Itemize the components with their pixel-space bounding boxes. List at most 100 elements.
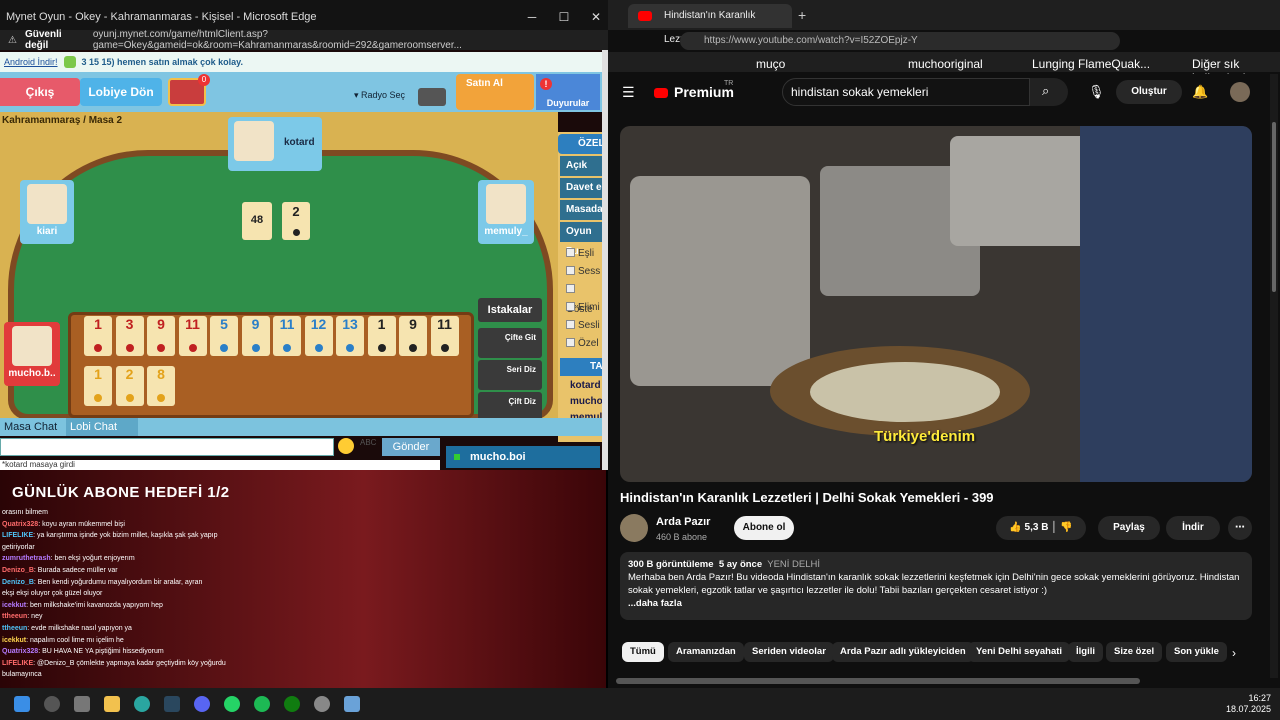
rack-tile[interactable]: 1 [84,366,112,406]
side-checkbox[interactable]: Özel [560,334,604,354]
rack-tile[interactable]: 9 [399,316,427,356]
rack-tile[interactable]: 9 [147,316,175,356]
tile-pile-count[interactable]: 48 [242,202,272,240]
lobby-button[interactable]: Lobiye Dön [80,78,162,106]
tab-lobby-chat[interactable]: Lobi Chat [66,418,138,436]
more-button[interactable]: ⋯ [1228,516,1252,540]
chevron-right-icon[interactable]: › [1232,646,1236,660]
side-player[interactable]: kotard [570,380,601,391]
chest-icon[interactable]: 0 [168,74,210,106]
app-icon[interactable] [314,696,330,712]
mic-icon[interactable]: 🎙 [1088,84,1105,100]
exit-button[interactable]: Çıkış [0,78,80,106]
spellcheck-icon[interactable]: ABC [360,438,376,447]
side-header[interactable]: ÖZEL [558,134,605,154]
rack-tile[interactable]: 1 [84,316,112,356]
rack-tile[interactable]: 1 [367,316,396,356]
player-me[interactable]: mucho.b.. [4,322,60,386]
youtube-logo-icon[interactable] [654,88,668,98]
subscribe-button[interactable]: Abone ol [734,516,794,540]
rack-tile[interactable]: 11 [178,316,207,356]
bookmark[interactable]: muço [756,57,785,71]
location-tag[interactable]: YENİ DELHİ [767,559,820,570]
search-icon[interactable] [44,696,60,712]
avatar[interactable] [1230,82,1250,102]
chip[interactable]: Arda Pazır adlı yükleyiciden [832,642,974,662]
seri-diz-button[interactable]: Seri Diz [478,360,542,390]
description-box[interactable]: 300 B görüntüleme 5 ay önce YENİ DELHİ M… [620,552,1252,620]
spotify-icon[interactable] [254,696,270,712]
player-top[interactable]: kotard [228,117,322,171]
bell-icon[interactable]: 🔔 [1192,84,1208,100]
left-address-bar[interactable]: ⚠ Güvenli değil oyunj.mynet.com/game/htm… [0,29,612,51]
rack-tile[interactable]: 2 [115,366,144,406]
side-item[interactable]: Açık [560,156,604,176]
istakalar-button[interactable]: Istakalar [478,298,542,322]
create-button[interactable]: Oluştur [1116,80,1182,104]
rack-tile[interactable]: 11 [430,316,459,356]
show-more-link[interactable]: ...daha fazla [628,598,682,609]
xbox-icon[interactable] [284,696,300,712]
share-button[interactable]: Paylaş [1098,516,1160,540]
chip[interactable]: Tümü [622,642,664,662]
channel-avatar[interactable] [620,514,648,542]
chat-input[interactable] [0,438,334,456]
edge-icon[interactable] [134,696,150,712]
like-button[interactable]: 👍 5,3 B │ 👎 [996,516,1086,540]
chip[interactable]: İlgili [1068,642,1103,662]
tab-table-chat[interactable]: Masa Chat [0,418,61,436]
radio-select[interactable]: ▾ Radyo Seç [354,90,405,101]
rack-tile[interactable]: 11 [273,316,301,356]
rack-tile[interactable]: 13 [336,316,364,356]
task-view-icon[interactable] [74,696,90,712]
file-explorer-icon[interactable] [104,696,120,712]
player-left[interactable]: kiari [20,180,74,244]
side-item[interactable]: Masada [560,200,604,220]
search-input[interactable]: hindistan sokak yemekleri [782,78,1030,106]
start-icon[interactable] [14,696,30,712]
whatsapp-icon[interactable] [224,696,240,712]
menu-icon[interactable]: ☰ [622,84,635,101]
online-user[interactable]: mucho.boi [446,446,600,468]
rack-tile[interactable]: 8 [147,366,175,406]
thumbs-down-icon[interactable]: │ 👎 [1048,522,1073,533]
rack-tile[interactable]: 5 [210,316,238,356]
bookmark[interactable]: Lunging FlameQuak... [1032,57,1150,71]
discord-icon[interactable] [194,696,210,712]
channel-name[interactable]: Arda Pazır [656,516,710,528]
android-download-link[interactable]: Android İndir! [4,57,58,67]
rack-tile[interactable]: 12 [304,316,333,356]
side-checkbox[interactable]: Eşli [560,244,604,264]
clock[interactable]: 16:27 18.07.2025 [1226,693,1271,715]
steam-icon[interactable] [164,696,180,712]
chip[interactable]: Son yükle [1166,642,1227,662]
left-url[interactable]: oyunj.mynet.com/game/htmlClient.asp?game… [93,29,612,51]
chip[interactable]: Size özel [1106,642,1163,662]
vertical-scrollbar[interactable] [1270,74,1278,678]
side-checkbox[interactable]: Sess [560,262,604,282]
new-tab-icon[interactable]: + [798,7,806,23]
side-player[interactable]: mucho [570,396,603,407]
app-icon[interactable] [344,696,360,712]
smiley-icon[interactable] [338,438,354,454]
rack-tile[interactable]: 3 [115,316,144,356]
player-right[interactable]: memuly_ [478,180,534,244]
chip[interactable]: Seriden videolar [744,642,834,662]
send-button[interactable]: Gönder [382,438,440,456]
youtube-tab[interactable]: Hindistan'ın Karanlık Lezzetleri [628,4,792,45]
bookmark[interactable]: muchooriginal [908,57,983,71]
chip[interactable]: Aramanızdan [668,642,744,662]
right-address-bar[interactable]: https://www.youtube.com/watch?v=I52ZOEpj… [680,32,1120,50]
side-checkbox[interactable]: Elimi [560,298,604,318]
side-checkbox[interactable]: Sesli [560,316,604,336]
side-item[interactable]: Oyun Pu [560,222,604,257]
search-button[interactable]: ⌕ [1030,78,1068,106]
radio-icon[interactable] [418,88,446,106]
side-item[interactable]: Davet e [560,178,604,198]
side-checkbox[interactable]: Göste [560,280,604,315]
buy-button[interactable]: Satın Al [456,74,534,110]
cifte-git-button[interactable]: Çifte Git [478,328,542,358]
announcements-button[interactable]: ! Duyurular [536,74,600,110]
scroll-thumb[interactable] [1272,122,1276,292]
rack-tile[interactable]: 9 [241,316,270,356]
